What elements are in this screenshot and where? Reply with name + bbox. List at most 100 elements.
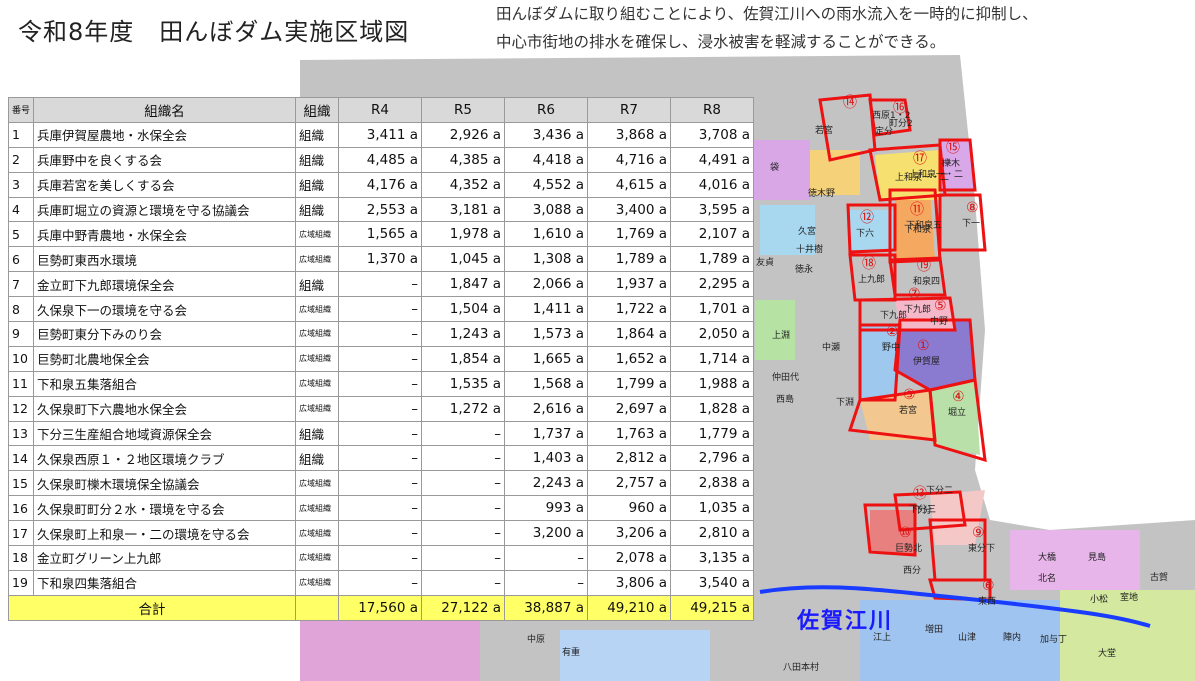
value-r5: 4,385 a [421, 146, 506, 173]
col-header-r5: R5 [421, 97, 506, 123]
area-marker: ⑬ [913, 486, 927, 502]
value-r4: 4,176 a [338, 171, 423, 198]
org-name: 久保泉町町分２水・環境を守る会 [33, 495, 297, 522]
place-label: 仲田代 [772, 371, 799, 383]
place-label: 加与丁 [1040, 634, 1067, 645]
value-r7: 1,864 a [587, 321, 672, 347]
place-label: 中瀬 [822, 341, 840, 353]
value-r4: – [338, 420, 423, 447]
value-r8: 4,491 a [670, 146, 755, 173]
org-type: 広域組織 [295, 470, 340, 497]
value-r8: 4,016 a [670, 171, 755, 198]
table-row: 6 巨勢町東西水環境 広域組織 1,370 a 1,045 a 1,308 a 1,789 … [7, 246, 755, 273]
value-r8: 1,988 a [670, 370, 755, 397]
org-type: 広域組織 [295, 545, 340, 571]
area-name-label: 中野 [930, 315, 948, 327]
org-name: 金立町下九郎環境保全会 [33, 271, 297, 298]
org-type: 組織 [295, 146, 340, 173]
org-type: 広域組織 [295, 246, 340, 273]
row-number: 6 [7, 246, 35, 273]
place-label: 八田本村 [783, 661, 819, 673]
place-label: 増田 [925, 623, 943, 635]
table-row: 10 巨勢町北農地保全会 広域組織 –1,854 a 1,665 a 1,652 a 1,7… [7, 345, 755, 372]
area-marker: ⑱ [862, 256, 876, 272]
place-label: 有重 [562, 646, 580, 658]
area-marker: ② [886, 324, 899, 340]
value-r8: 3,540 a [670, 569, 755, 596]
col-header-r8: R8 [670, 97, 755, 123]
total-label: 合計 [7, 594, 297, 621]
org-type: 広域組織 [295, 395, 340, 422]
org-type: 広域組織 [295, 370, 340, 397]
org-type: 組織 [295, 420, 340, 447]
row-number: 2 [7, 146, 35, 173]
org-name: 久保泉西原１・２地区環境クラブ [33, 445, 297, 472]
total-r6: 38,887 a [504, 594, 589, 621]
area-marker: ⑭ [843, 95, 857, 111]
value-r6: – [504, 545, 589, 571]
value-r5: 1,847 a [421, 271, 506, 298]
table-row: 16 久保泉町町分２水・環境を守る会 広域組織 – –993 a 960 a 1,035 a [7, 495, 755, 522]
total-type-cell [295, 594, 340, 621]
value-r4: – [338, 370, 423, 397]
org-name: 巨勢町東分下みのり会 [33, 321, 297, 347]
place-label: 西原1・2 [872, 110, 910, 121]
value-r8: 1,714 a [670, 345, 755, 372]
value-r5: 1,854 a [421, 345, 506, 372]
place-label: 徳永 [795, 263, 813, 275]
place-label: 若宮 [815, 124, 833, 136]
row-number: 8 [7, 296, 35, 323]
org-type: 広域組織 [295, 345, 340, 372]
row-number: 12 [7, 395, 35, 422]
org-name: 金立町グリーン上九郎 [33, 545, 297, 571]
value-r6: 2,243 a [504, 470, 589, 497]
org-name: 巨勢町北農地保全会 [33, 345, 297, 372]
district-patch [755, 300, 795, 360]
value-r8: 1,828 a [670, 395, 755, 422]
col-header-name: 組織名 [33, 97, 297, 123]
org-type: 組織 [295, 271, 340, 298]
area-name-label: 下六 [856, 227, 874, 239]
area-name-label: 堀立 [948, 406, 966, 418]
value-r8: 2,050 a [670, 321, 755, 347]
value-r5: – [421, 470, 506, 497]
place-label: 袋 [770, 161, 779, 173]
value-r7: 1,652 a [587, 345, 672, 372]
value-r4: – [338, 321, 423, 347]
value-r5: – [421, 495, 506, 522]
district-patch [300, 620, 480, 681]
value-r7: 3,206 a [587, 520, 672, 547]
value-r7: 1,769 a [587, 221, 672, 248]
place-label: 小松 [1090, 593, 1108, 605]
table-row: 13 下分三生産組合地域資源保全会 組織 – –1,737 a 1,763 a 1,779 … [7, 420, 755, 447]
row-number: 1 [7, 121, 35, 148]
table-row: 14 久保泉西原１・２地区環境クラブ 組織 – –1,403 a 2,812 a 2,796… [7, 445, 755, 472]
value-r6: 1,573 a [504, 321, 589, 347]
total-r5: 27,122 a [421, 594, 506, 621]
area-marker: ⑤ [934, 298, 947, 314]
org-type: 組織 [295, 196, 340, 223]
area-name-label: 巨勢北 [895, 542, 922, 554]
value-r4: 4,485 a [338, 146, 423, 173]
value-r4: – [338, 395, 423, 422]
value-r4: – [338, 271, 423, 298]
value-r7: 3,806 a [587, 569, 672, 596]
area-marker: ⑰ [913, 151, 927, 167]
table-row: 3 兵庫若宮を美しくする会 組織 4,176 a 4,352 a 4,552 a 4,615… [7, 171, 755, 198]
value-r8: 2,107 a [670, 221, 755, 248]
value-r4: – [338, 445, 423, 472]
value-r6: 2,616 a [504, 395, 589, 422]
place-label: 久宮 [798, 225, 816, 237]
value-r5: 1,045 a [421, 246, 506, 273]
value-r8: 1,701 a [670, 296, 755, 323]
area-name-label: 和泉四 [913, 275, 940, 287]
area-marker: ⑲ [917, 258, 931, 274]
area-marker: ④ [952, 389, 965, 405]
place-label: 山津 [958, 632, 976, 643]
row-number: 10 [7, 345, 35, 372]
place-label: 定分 [875, 125, 893, 137]
river-label: 佐賀江川 [797, 609, 894, 634]
col-header-r7: R7 [587, 97, 672, 123]
value-r6: 1,568 a [504, 370, 589, 397]
value-r7: 1,763 a [587, 420, 672, 447]
